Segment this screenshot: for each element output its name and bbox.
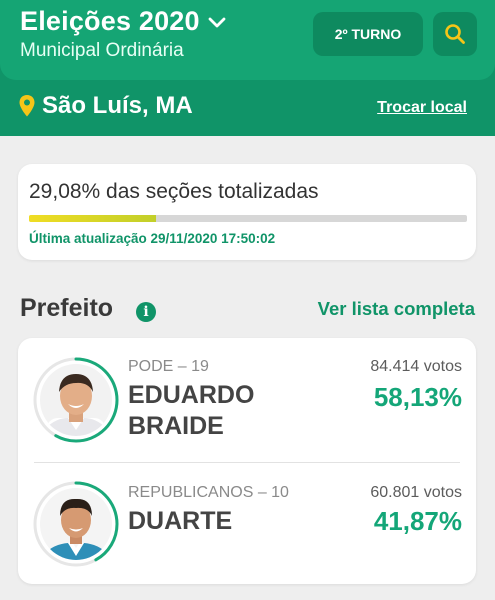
- progress-text: 29,08% das seções totalizadas: [29, 180, 319, 203]
- candidate-name: EDUARDO BRAIDE: [128, 380, 254, 442]
- search-icon: [445, 24, 465, 44]
- candidate-percent: 41,87%: [373, 506, 462, 536]
- change-location-link[interactable]: Trocar local: [377, 99, 467, 117]
- candidate-name: DUARTE: [128, 507, 233, 535]
- candidate-row[interactable]: PODE – 19 EDUARDO BRAIDE 84.414 votos 58…: [18, 352, 476, 462]
- candidate-party: REPUBLICANOS – 10: [128, 484, 289, 501]
- full-list-link[interactable]: Ver lista completa: [318, 298, 475, 320]
- candidate-name-line: EDUARDO: [128, 381, 255, 409]
- avatar: [32, 480, 120, 568]
- chevron-down-icon[interactable]: [208, 17, 226, 29]
- section-title: Prefeito: [20, 294, 114, 322]
- info-icon[interactable]: i: [136, 302, 156, 322]
- candidate-votes: 60.801 votos: [370, 484, 462, 501]
- turno-button[interactable]: 2º TURNO: [313, 12, 423, 56]
- search-button[interactable]: [433, 12, 477, 56]
- app-title[interactable]: Eleições 2020: [20, 6, 200, 37]
- candidate-row[interactable]: REPUBLICANOS – 10 DUARTE 60.801 votos 41…: [18, 478, 476, 578]
- last-update-text: Última atualização 29/11/2020 17:50:02: [29, 231, 276, 246]
- candidate-photo: [33, 357, 119, 443]
- location-pin-icon: [19, 95, 35, 117]
- candidate-name-line: BRAIDE: [128, 412, 224, 440]
- candidate-party: PODE – 19: [128, 358, 209, 375]
- candidates-card: PODE – 19 EDUARDO BRAIDE 84.414 votos 58…: [18, 338, 476, 584]
- progress-bar-fill: [29, 215, 157, 222]
- avatar: [32, 356, 120, 444]
- election-subtitle: Municipal Ordinária: [20, 40, 184, 61]
- progress-bar: [29, 215, 467, 222]
- divider: [34, 462, 460, 463]
- election-selector[interactable]: Eleições 2020: [20, 6, 226, 37]
- header-top-panel: Eleições 2020 Municipal Ordinária 2º TUR…: [0, 0, 495, 80]
- city-name: São Luís, MA: [42, 92, 193, 119]
- progress-card: 29,08% das seções totalizadas Última atu…: [18, 164, 476, 260]
- candidate-votes: 84.414 votos: [370, 358, 462, 375]
- candidate-percent: 58,13%: [373, 382, 462, 412]
- app-header: Eleições 2020 Municipal Ordinária 2º TUR…: [0, 0, 495, 136]
- location-row: São Luís, MA: [18, 92, 193, 120]
- candidate-photo: [33, 481, 119, 567]
